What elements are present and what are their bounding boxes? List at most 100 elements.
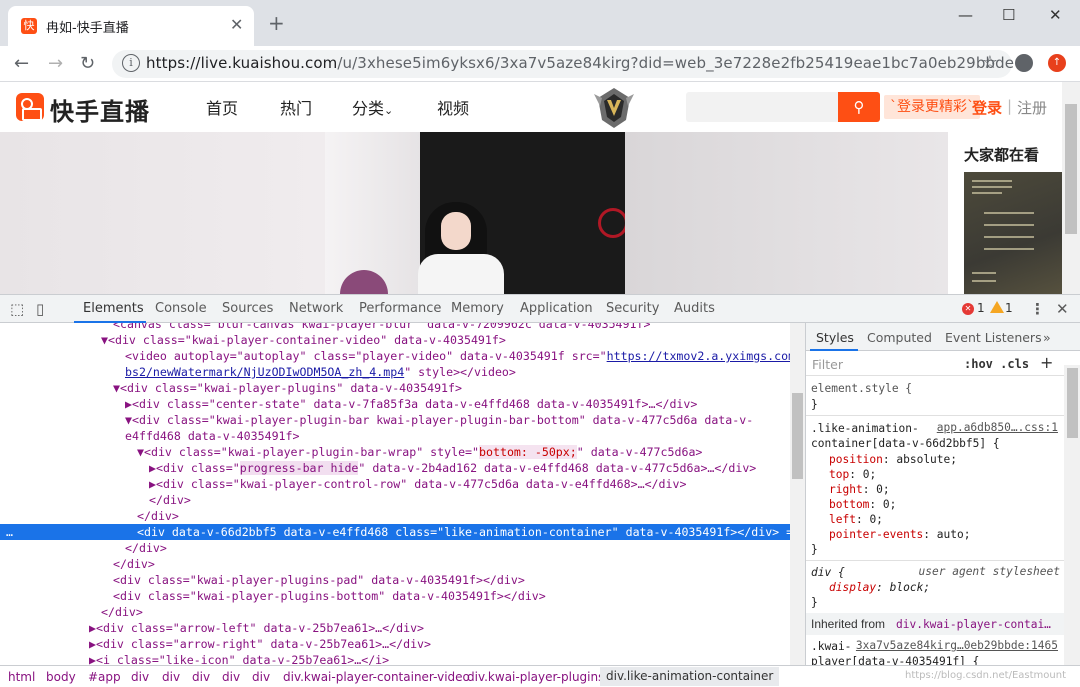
dom-line[interactable]: ▶<i class="like-icon" data-v-25b7ea61>…<… xyxy=(0,652,790,665)
styles-scrollbar-thumb[interactable] xyxy=(1067,368,1078,438)
breadcrumb-item[interactable]: div xyxy=(192,670,210,684)
dom-line[interactable]: e4ffd468 data-v-4035491f> xyxy=(0,428,790,444)
rule1-selector[interactable]: .like-animation- xyxy=(811,421,919,436)
live-video-player[interactable] xyxy=(0,132,948,294)
selected-dom-line[interactable]: … <div data-v-66d2bbf5 data-v-e4ffd468 cl… xyxy=(0,524,790,540)
element-style-selector[interactable]: element.style { xyxy=(811,381,912,396)
search-button[interactable]: ⚲ xyxy=(838,92,880,122)
dom-line[interactable]: </div> xyxy=(0,556,790,572)
close-devtools-icon[interactable]: ✕ xyxy=(1056,300,1069,318)
ellipsis-icon[interactable]: … xyxy=(6,524,137,540)
dom-line[interactable]: ▶<div class="center-state" data-v-7fa85f… xyxy=(0,396,790,412)
dom-line[interactable]: bs2/newWatermark/NjUzODIwODM5OA_zh_4.mp4… xyxy=(0,364,790,380)
dom-line[interactable]: </div> xyxy=(0,508,790,524)
styles-filter-input[interactable]: Filter xyxy=(812,357,843,372)
breadcrumb-item[interactable]: div xyxy=(162,670,180,684)
rule1-selector-cont[interactable]: container[data-v-66d2bbf5] { xyxy=(811,436,1000,451)
tab-memory[interactable]: Memory xyxy=(451,301,504,316)
more-tabs-icon[interactable]: » xyxy=(1043,330,1051,345)
dom-line[interactable]: ▼<div class="kwai-player-plugins" data-v… xyxy=(0,380,790,396)
tab-computed[interactable]: Computed xyxy=(867,330,932,345)
css-declaration[interactable]: right: 0; xyxy=(829,482,890,497)
close-tab-icon[interactable]: ✕ xyxy=(230,15,243,34)
page-scrollbar[interactable] xyxy=(1062,82,1080,294)
video-src-link-cont[interactable]: bs2/newWatermark/NjUzODIwODM5OA_zh_4.mp4 xyxy=(125,365,404,379)
breadcrumb-item[interactable]: #app xyxy=(88,670,121,684)
breadcrumb-item[interactable]: div.kwai-player-container-video xyxy=(283,670,470,684)
breadcrumb-item-active[interactable]: div.like-animation-container xyxy=(600,667,780,686)
dom-line[interactable]: <div class="kwai-player-plugins-bottom" … xyxy=(0,588,790,604)
update-menu-icon[interactable]: ↑ xyxy=(1048,54,1066,72)
reload-icon[interactable]: ↻ xyxy=(80,53,95,74)
breadcrumb-item[interactable]: body xyxy=(46,670,76,684)
dom-line[interactable]: </div> xyxy=(0,604,790,620)
device-toolbar-icon[interactable]: ▯ xyxy=(36,300,44,318)
site-search-input[interactable] xyxy=(686,92,838,122)
recommend-thumbnail[interactable] xyxy=(964,172,1062,294)
new-tab-button[interactable]: + xyxy=(268,13,285,33)
elements-scrollbar[interactable] xyxy=(790,323,805,665)
dom-line[interactable]: ▶<div class="kwai-player-control-row" da… xyxy=(0,476,790,492)
dom-line[interactable]: ▶<div class="arrow-left" data-v-25b7ea61… xyxy=(0,620,790,636)
profile-avatar-icon[interactable] xyxy=(1015,54,1033,72)
tab-audits[interactable]: Audits xyxy=(674,301,715,316)
site-info-icon[interactable]: i xyxy=(122,54,140,72)
browser-tab[interactable]: 快 冉如-快手直播 ✕ xyxy=(8,6,254,46)
styles-scrollbar[interactable] xyxy=(1064,365,1080,665)
kuaishou-logo-icon[interactable] xyxy=(16,93,44,121)
rule1-source-link[interactable]: app.a6db850….css:1 xyxy=(937,421,1058,434)
dom-line[interactable]: ▼<div class="kwai-player-container-video… xyxy=(0,332,790,348)
inspect-element-icon[interactable]: ⬚ xyxy=(10,300,24,318)
breadcrumb-item[interactable]: html xyxy=(8,670,35,684)
video-src-link[interactable]: https://txmov2.a.yximgs.com/ xyxy=(607,349,790,363)
forward-arrow-icon[interactable]: → xyxy=(48,53,63,74)
dom-line[interactable]: <canvas class="blur-canvas kwai-player-b… xyxy=(0,323,790,332)
rule3-source-link[interactable]: 3xa7v5aze84kirg…0eb29bbde:1465 xyxy=(856,639,1058,652)
tab-console[interactable]: Console xyxy=(155,301,207,316)
tab-elements[interactable]: Elements xyxy=(83,301,144,316)
close-window-button[interactable]: ✕ xyxy=(1049,6,1062,24)
dom-line[interactable]: <div class="kwai-player-plugins-pad" dat… xyxy=(0,572,790,588)
nav-category[interactable]: 分类⌄ xyxy=(352,95,393,119)
tab-performance[interactable]: Performance xyxy=(359,301,441,316)
css-declaration[interactable]: left: 0; xyxy=(829,512,883,527)
new-rule-icon[interactable]: + xyxy=(1040,353,1053,372)
css-declaration[interactable]: pointer-events: auto; xyxy=(829,527,970,542)
hov-toggle[interactable]: :hov .cls xyxy=(964,357,1029,371)
url-input[interactable]: i https://live.kuaishou.com/u/3xhese5im6… xyxy=(112,50,1014,78)
dom-line[interactable]: ▼<div class="kwai-player-plugin-bar kwai… xyxy=(0,412,790,428)
inherited-selector-link[interactable]: div.kwai-player-contai… xyxy=(896,617,1051,632)
elements-scrollbar-thumb[interactable] xyxy=(792,393,803,479)
dom-line[interactable]: ▼<div class="kwai-player-plugin-bar-wrap… xyxy=(0,444,790,460)
back-arrow-icon[interactable]: ← xyxy=(14,53,29,74)
tab-security[interactable]: Security xyxy=(606,301,659,316)
css-declaration[interactable]: position: absolute; xyxy=(829,452,957,467)
dom-line[interactable]: ▶<div class="progress-bar hide" data-v-2… xyxy=(0,460,790,476)
rule2-selector[interactable]: div { xyxy=(811,565,845,580)
login-link[interactable]: 登录 xyxy=(972,97,1002,118)
site-logo-text[interactable]: 快手直播 xyxy=(50,92,150,127)
breadcrumb-item[interactable]: div.kwai-player-plugins xyxy=(467,670,604,684)
dom-line[interactable]: </div> xyxy=(0,492,790,508)
page-scrollbar-thumb[interactable] xyxy=(1065,104,1077,234)
tab-styles[interactable]: Styles xyxy=(816,330,854,345)
nav-video[interactable]: 视频 xyxy=(437,95,469,119)
bookmark-star-icon[interactable]: ☆ xyxy=(982,52,998,73)
warning-icon[interactable] xyxy=(990,301,1004,313)
devtools-menu-icon[interactable]: ⋮ xyxy=(1030,300,1045,318)
dom-line[interactable]: </div> xyxy=(0,540,790,556)
tab-application[interactable]: Application xyxy=(520,301,593,316)
error-icon[interactable]: ✕ xyxy=(962,303,974,315)
tab-network[interactable]: Network xyxy=(289,301,343,316)
tab-event-listeners[interactable]: Event Listeners xyxy=(945,330,1042,345)
dom-line[interactable]: <video autoplay="autoplay" class="player… xyxy=(0,348,790,364)
breadcrumb-item[interactable]: div xyxy=(131,670,149,684)
tab-sources[interactable]: Sources xyxy=(222,301,273,316)
dom-line[interactable]: ▶<div class="arrow-right" data-v-25b7ea6… xyxy=(0,636,790,652)
maximize-button[interactable]: ☐ xyxy=(1002,6,1015,24)
rule3-selector[interactable]: .kwai- xyxy=(811,639,851,654)
minimize-button[interactable]: — xyxy=(958,6,973,24)
breadcrumb-item[interactable]: div xyxy=(252,670,270,684)
css-declaration[interactable]: top: 0; xyxy=(829,467,876,482)
register-link[interactable]: 注册 xyxy=(1017,97,1047,118)
